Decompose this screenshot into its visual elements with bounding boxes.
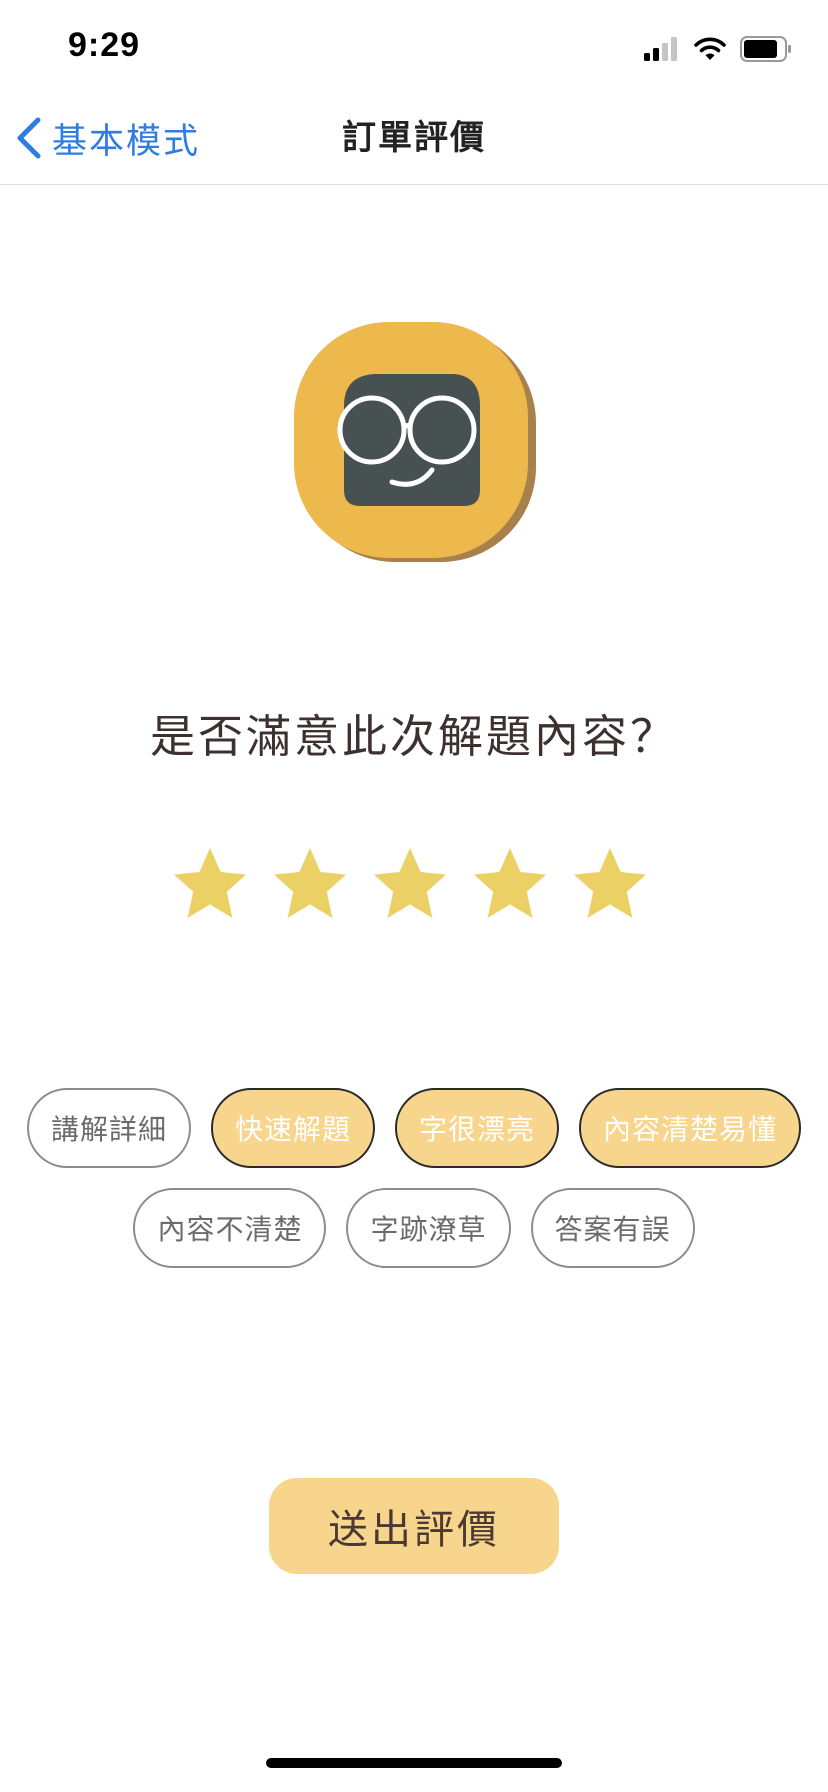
star-icon-1[interactable] (170, 846, 250, 926)
chevron-left-icon (17, 117, 41, 159)
feedback-tag[interactable]: 內容清楚易懂 (579, 1088, 802, 1168)
back-label: 基本模式 (52, 121, 201, 162)
home-indicator (266, 1758, 562, 1768)
navigation-bar: 基本模式 訂單評價 (0, 92, 828, 185)
feedback-tag[interactable]: 字跡潦草 (346, 1188, 511, 1268)
star-icon-4[interactable] (470, 846, 550, 926)
battery-icon (740, 36, 791, 62)
status-icons (644, 34, 792, 64)
star-rating (170, 846, 650, 926)
feedback-tag[interactable]: 字很漂亮 (395, 1088, 560, 1168)
feedback-tags-row-2: 內容不清楚 字跡潦草 答案有誤 (0, 1188, 828, 1268)
star-icon-2[interactable] (270, 846, 350, 926)
status-bar: 9:29 (0, 0, 828, 92)
mascot-logo (294, 322, 536, 562)
feedback-tag[interactable]: 內容不清楚 (133, 1188, 327, 1268)
cellular-signal-icon (644, 37, 677, 61)
submit-review-button[interactable]: 送出評價 (269, 1478, 559, 1574)
feedback-tag[interactable]: 快速解題 (210, 1088, 375, 1168)
status-time: 9:29 (68, 26, 141, 64)
feedback-tag[interactable]: 講解詳細 (26, 1088, 191, 1168)
back-button[interactable]: 基本模式 (14, 92, 200, 184)
star-icon-5[interactable] (570, 846, 650, 926)
wifi-icon (694, 37, 726, 60)
star-icon-3[interactable] (370, 846, 450, 926)
satisfaction-question: 是否滿意此次解題內容？ (149, 710, 678, 763)
feedback-tag[interactable]: 答案有誤 (530, 1188, 695, 1268)
feedback-tags-row-1: 講解詳細 快速解題 字很漂亮 內容清楚易懂 (0, 1088, 828, 1168)
